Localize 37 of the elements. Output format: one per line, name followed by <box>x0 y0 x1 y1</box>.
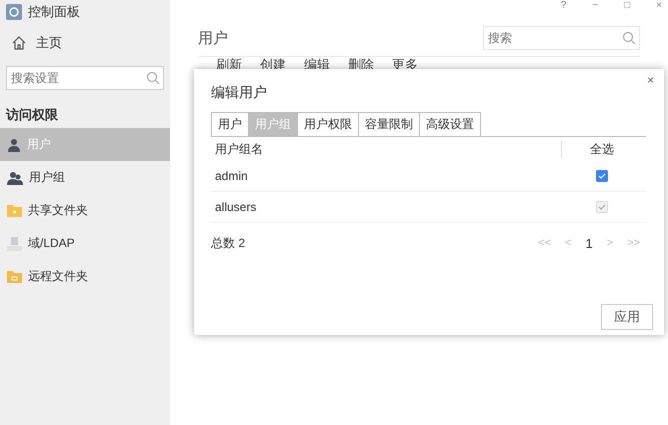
search-icon <box>622 31 636 45</box>
users-icon <box>7 170 23 184</box>
total-count: 总数 2 <box>211 234 246 252</box>
folder-icon <box>7 204 22 217</box>
section-heading: 访问权限 <box>4 106 59 124</box>
column-header[interactable]: 全选 <box>590 140 614 158</box>
sidebar-item[interactable]: 共享文件夹 <box>0 194 170 227</box>
close-button[interactable]: × <box>646 73 654 87</box>
window-control[interactable]: − <box>592 0 598 16</box>
folder-icon <box>7 270 22 283</box>
search-field[interactable]: 搜索 <box>483 26 640 50</box>
home-link[interactable]: 主页 <box>36 34 62 52</box>
table-cell: admin <box>215 169 248 183</box>
control-panel-icon <box>6 4 22 20</box>
checkbox[interactable] <box>596 170 608 182</box>
window-title: 控制面板 <box>28 3 80 21</box>
check-icon <box>598 172 606 180</box>
server-icon <box>7 236 22 250</box>
tab[interactable]: 高级设置 <box>419 112 481 136</box>
user-icon <box>7 138 21 152</box>
column-header: 用户组名 <box>215 142 263 156</box>
search-field[interactable]: 搜索设置 <box>6 66 164 90</box>
sidebar-item[interactable]: 远程文件夹 <box>0 260 170 293</box>
sidebar-item[interactable]: 用户组 <box>0 161 170 194</box>
pager-button[interactable]: 1 <box>585 236 593 250</box>
home-icon <box>12 36 26 50</box>
window-control[interactable]: × <box>656 0 662 16</box>
check-icon <box>598 203 606 211</box>
search-icon <box>146 71 160 85</box>
dialog-title: 编辑用户 <box>211 84 268 102</box>
page-title: 用户 <box>198 28 228 48</box>
window-control[interactable]: □ <box>624 0 630 16</box>
window-control[interactable]: ? <box>560 0 566 16</box>
apply-button[interactable]: 应用 <box>601 304 653 330</box>
tab[interactable]: 用户 <box>211 112 249 136</box>
sidebar-item[interactable]: 域/LDAP <box>0 227 170 260</box>
table-cell: allusers <box>215 200 256 214</box>
